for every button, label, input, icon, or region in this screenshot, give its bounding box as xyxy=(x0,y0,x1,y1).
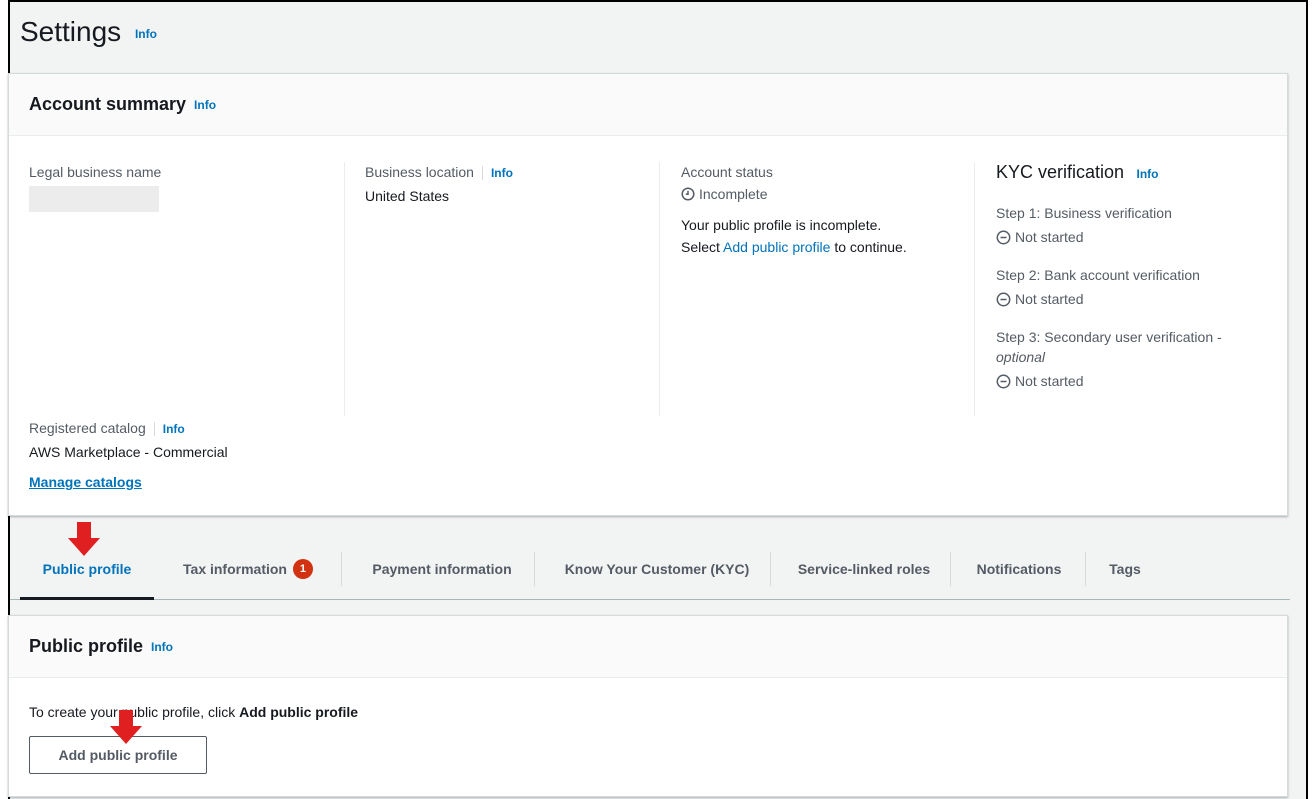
account-status-message-line1: Your public profile is incomplete. xyxy=(681,217,882,233)
account-status-label: Account status xyxy=(681,164,773,180)
manage-catalogs-link[interactable]: Manage catalogs xyxy=(29,474,142,490)
kyc-section: KYC verification Info Step 1: Business v… xyxy=(996,162,1281,389)
account-status-section: Account status Incomplete Your public pr… xyxy=(681,164,966,258)
public-profile-info-link[interactable]: Info xyxy=(151,640,173,654)
column-divider xyxy=(974,162,975,416)
clock-icon xyxy=(681,187,695,201)
kyc-step-3-label-text: Step 3: Secondary user verification - xyxy=(996,329,1222,345)
tab-separator xyxy=(770,552,771,586)
instruction-bold: Add public profile xyxy=(239,704,359,720)
tax-information-badge: 1 xyxy=(292,559,313,579)
tab-tax-information[interactable]: Tax information 1 xyxy=(162,540,334,598)
label-separator xyxy=(481,166,483,181)
not-started-icon xyxy=(996,292,1011,306)
account-summary-title: Account summary xyxy=(29,94,187,114)
registered-catalog-section: Registered catalog Info AWS Marketplace -… xyxy=(29,420,429,492)
kyc-step-1-status: Not started xyxy=(996,229,1281,245)
page-info-link[interactable]: Info xyxy=(135,27,157,41)
annotation-arrow-icon xyxy=(68,522,100,556)
registered-catalog-value: AWS Marketplace - Commercial xyxy=(29,444,228,461)
registered-catalog-label-row: Registered catalog Info xyxy=(29,420,429,437)
public-profile-title: Public profile xyxy=(29,636,144,656)
tab-separator xyxy=(341,552,342,586)
account-summary-info-link[interactable]: Info xyxy=(194,98,216,112)
kyc-step-3-status: Not started xyxy=(996,373,1281,389)
tab-notifications[interactable]: Notifications xyxy=(956,540,1082,598)
tab-tax-information-label: Tax information xyxy=(183,561,287,577)
kyc-step-3-label: Step 3: Secondary user verification - op… xyxy=(996,327,1281,367)
registered-catalog-label: Registered catalog xyxy=(29,420,146,436)
business-location-section: Business location Info United States xyxy=(365,164,655,204)
account-status-message: Your public profile is incomplete. Selec… xyxy=(681,214,966,258)
settings-tabs: Public profile Tax information 1 Payment… xyxy=(10,540,1290,600)
kyc-title-row: KYC verification Info xyxy=(996,162,1281,183)
registered-catalog-info-link[interactable]: Info xyxy=(163,422,185,436)
kyc-info-link[interactable]: Info xyxy=(1137,167,1159,181)
account-status-row: Incomplete xyxy=(681,186,966,202)
not-started-icon xyxy=(996,230,1011,244)
kyc-step-1-status-text: Not started xyxy=(1015,229,1084,245)
column-divider xyxy=(344,162,345,416)
page-title-text: Settings xyxy=(20,16,122,47)
manage-catalogs-row: Manage catalogs xyxy=(29,474,429,492)
tab-separator xyxy=(950,552,951,586)
account-summary-header: Account summary Info xyxy=(9,74,1287,136)
business-location-label: Business location xyxy=(365,164,474,180)
legal-name-label: Legal business name xyxy=(29,164,162,180)
public-profile-card: Public profile Info To create your publi… xyxy=(8,615,1288,797)
kyc-step-1-label: Step 1: Business verification xyxy=(996,205,1172,221)
annotation-arrow-icon xyxy=(110,710,142,744)
business-location-value: United States xyxy=(365,188,450,205)
add-public-profile-inline-link[interactable]: Add public profile xyxy=(723,239,830,255)
message-select-text: Select xyxy=(681,239,720,255)
message-end-text: to continue. xyxy=(834,239,907,255)
legal-name-redacted-value xyxy=(29,186,159,212)
account-status-value: Incomplete xyxy=(699,186,768,202)
public-profile-instruction: To create your public profile, click Add… xyxy=(29,704,358,720)
column-divider xyxy=(659,162,660,416)
kyc-title: KYC verification xyxy=(996,162,1125,182)
account-status-message-line2: Select Add public profile to continue. xyxy=(681,236,966,258)
kyc-step-2-label: Step 2: Bank account verification xyxy=(996,267,1200,283)
business-location-info-link[interactable]: Info xyxy=(491,166,513,180)
kyc-step-2-status-text: Not started xyxy=(1015,291,1084,307)
tab-separator xyxy=(1085,552,1086,586)
kyc-step-2-status: Not started xyxy=(996,291,1281,307)
kyc-step-3-optional: optional xyxy=(996,349,1046,365)
kyc-step-3-status-text: Not started xyxy=(1015,373,1084,389)
not-started-icon xyxy=(996,374,1011,388)
tab-service-linked-roles[interactable]: Service-linked roles xyxy=(776,540,952,598)
tab-tags[interactable]: Tags xyxy=(1090,540,1160,598)
page-title: Settings Info xyxy=(20,16,157,48)
business-location-label-row: Business location Info xyxy=(365,164,655,181)
tab-payment-information[interactable]: Payment information xyxy=(348,540,536,598)
account-summary-card: Account summary Info Legal business name… xyxy=(8,73,1288,516)
label-separator xyxy=(153,422,155,437)
tab-separator xyxy=(534,552,535,586)
public-profile-header: Public profile Info xyxy=(9,616,1287,678)
tab-kyc[interactable]: Know Your Customer (KYC) xyxy=(540,540,774,598)
legal-name-section: Legal business name xyxy=(29,164,329,212)
